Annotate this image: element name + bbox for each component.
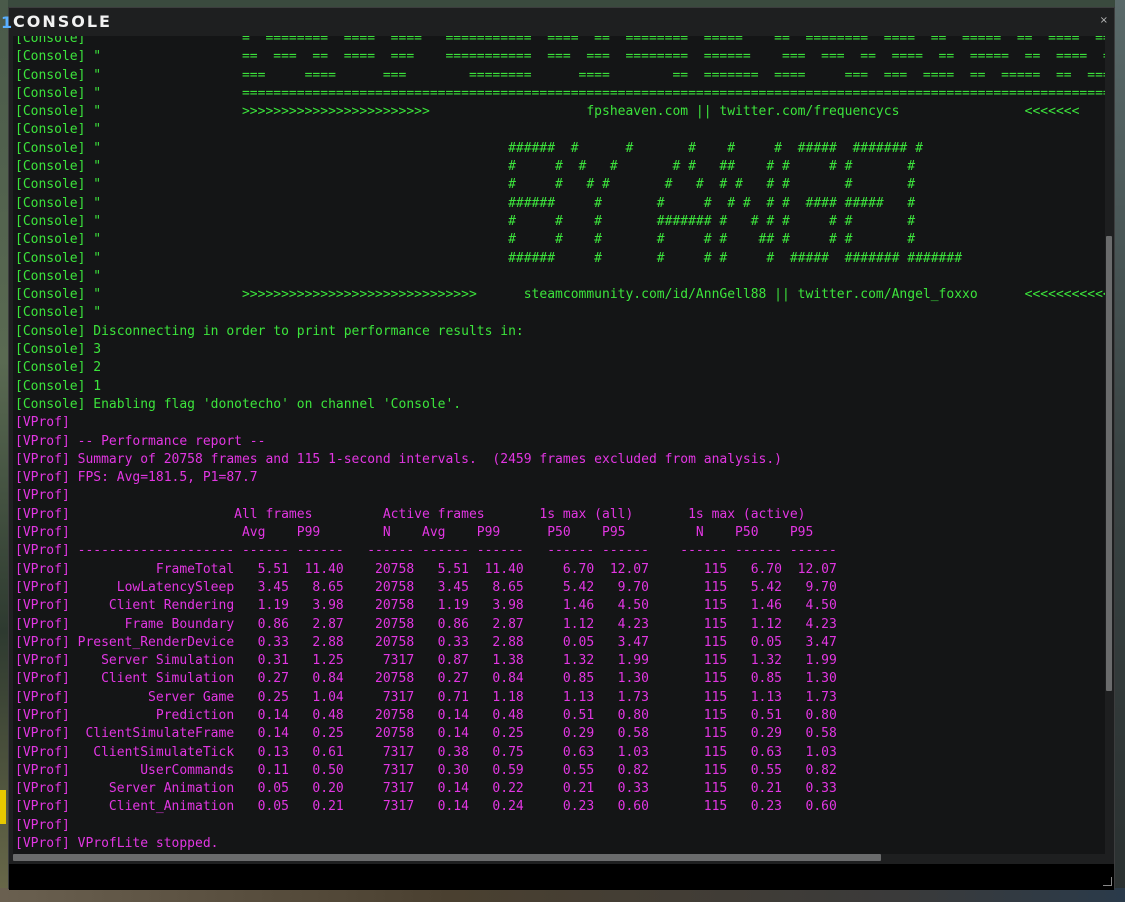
horizontal-scrollbar-thumb[interactable]	[13, 854, 881, 861]
console-titlebar[interactable]: 1 CONSOLE ×	[1, 8, 1114, 34]
vprof-log-line: [VProf] All frames Active frames 1s max …	[15, 506, 806, 522]
console-log-line: [Console] 3	[15, 342, 102, 358]
console-log-line: [Console] 1	[15, 378, 102, 394]
game-hud-marker	[0, 790, 6, 824]
console-log-line: [Console] " # # # # # # ## # # # #	[15, 232, 916, 248]
vprof-log-line: [VProf] LowLatencySleep 3.45 8.65 20758 …	[15, 579, 837, 595]
console-log-line: [Console] " ###### # # # # # ##### #####…	[15, 250, 963, 266]
game-background-right	[1115, 0, 1125, 902]
console-log-line: [Console] " ###### # # # # # # # #### ##…	[15, 195, 916, 211]
vertical-scrollbar-thumb[interactable]	[1106, 236, 1112, 691]
console-log-line: [Console] " === ==== === ======== ==== =…	[15, 67, 1107, 83]
vprof-log-line: [VProf] Client Rendering 1.19 3.98 20758…	[15, 598, 837, 614]
vprof-log-line: [VProf] Prediction 0.14 0.48 20758 0.14 …	[15, 707, 837, 723]
vprof-log-line: [VProf] Present_RenderDevice 0.33 2.88 2…	[15, 634, 837, 650]
console-log-line: [Console] " >>>>>>>>>>>>>>>>>>>>>>>>>>>>…	[15, 287, 1107, 303]
game-background-left	[0, 0, 8, 902]
close-icon[interactable]: ×	[1100, 15, 1108, 26]
vprof-log-line: [VProf] Summary of 20758 frames and 115 …	[15, 451, 783, 467]
console-log[interactable]: [Console] " = ======== ==== ==== =======…	[13, 36, 1107, 858]
console-log-line: [Console] 2	[15, 360, 102, 376]
vprof-log-line: [VProf] ClientSimulateTick 0.13 0.61 731…	[15, 744, 837, 760]
console-window[interactable]: 1 CONSOLE × [Console] " = ======== ==== …	[1, 7, 1115, 890]
vprof-log-line: [VProf] Server Game 0.25 1.04 7317 0.71 …	[15, 689, 837, 705]
console-log-line: [Console] "	[15, 305, 102, 321]
game-background-bottom	[0, 888, 1125, 902]
vprof-log-line: [VProf] Server Simulation 0.31 1.25 7317…	[15, 653, 837, 669]
console-title: CONSOLE	[13, 12, 112, 31]
vprof-log-line: [VProf] UserCommands 0.11 0.50 7317 0.30…	[15, 762, 837, 778]
vprof-log-line: [VProf] Avg P99 N Avg P99 P50 P95 N P50 …	[15, 525, 814, 541]
console-command-input[interactable]	[9, 864, 1114, 890]
vprof-log-line: [VProf] ClientSimulateFrame 0.14 0.25 20…	[15, 726, 837, 742]
vprof-log-line: [VProf] FPS: Avg=181.5, P1=87.7	[15, 470, 258, 486]
vprof-log-line: [VProf] -------------------- ------ ----…	[15, 543, 837, 559]
vprof-log-line: [VProf] Server Animation 0.05 0.20 7317 …	[15, 781, 837, 797]
resize-grip[interactable]	[1103, 877, 1112, 886]
console-log-line: [Console] " # # # # # # # # # # # #	[15, 177, 916, 193]
console-log-line: [Console] "	[15, 122, 102, 138]
console-log-line: [Console] " ###### # # # # # ##### #####…	[15, 140, 923, 156]
console-log-lines: [Console] " = ======== ==== ==== =======…	[15, 36, 1107, 853]
console-log-line: [Console] " # # # ####### # # # # # # #	[15, 213, 916, 229]
window-number: 1	[1, 13, 14, 32]
vprof-log-line: [VProf] VProfLite stopped.	[15, 836, 219, 852]
console-log-line: [Console] " # # # # # # ## # # # # #	[15, 159, 916, 175]
vprof-log-line: [VProf] FrameTotal 5.51 11.40 20758 5.51…	[15, 561, 837, 577]
console-log-line: [Console] " >>>>>>>>>>>>>>>>>>>>>>>> fps…	[15, 104, 1080, 120]
console-log-line: [Console] Disconnecting in order to prin…	[15, 323, 524, 339]
console-log-line: [Console] Enabling flag 'donotecho' on c…	[15, 396, 462, 412]
vprof-log-line: [VProf] -- Performance report --	[15, 433, 266, 449]
vprof-log-line: [VProf] Client Simulation 0.27 0.84 2075…	[15, 671, 837, 687]
console-log-line: [Console] "	[15, 268, 102, 284]
vprof-log-line: [VProf] Frame Boundary 0.86 2.87 20758 0…	[15, 616, 837, 632]
vprof-log-line: [VProf]	[15, 817, 70, 833]
vprof-log-line: [VProf]	[15, 415, 70, 431]
console-log-line: [Console] " = ======== ==== ==== =======…	[15, 36, 1107, 46]
vprof-log-line: [VProf] Client_Animation 0.05 0.21 7317 …	[15, 799, 837, 815]
console-log-line: [Console] " == === == ==== === =========…	[15, 49, 1107, 65]
console-log-line: [Console] " ============================…	[15, 85, 1107, 101]
vprof-log-line: [VProf]	[15, 488, 70, 504]
